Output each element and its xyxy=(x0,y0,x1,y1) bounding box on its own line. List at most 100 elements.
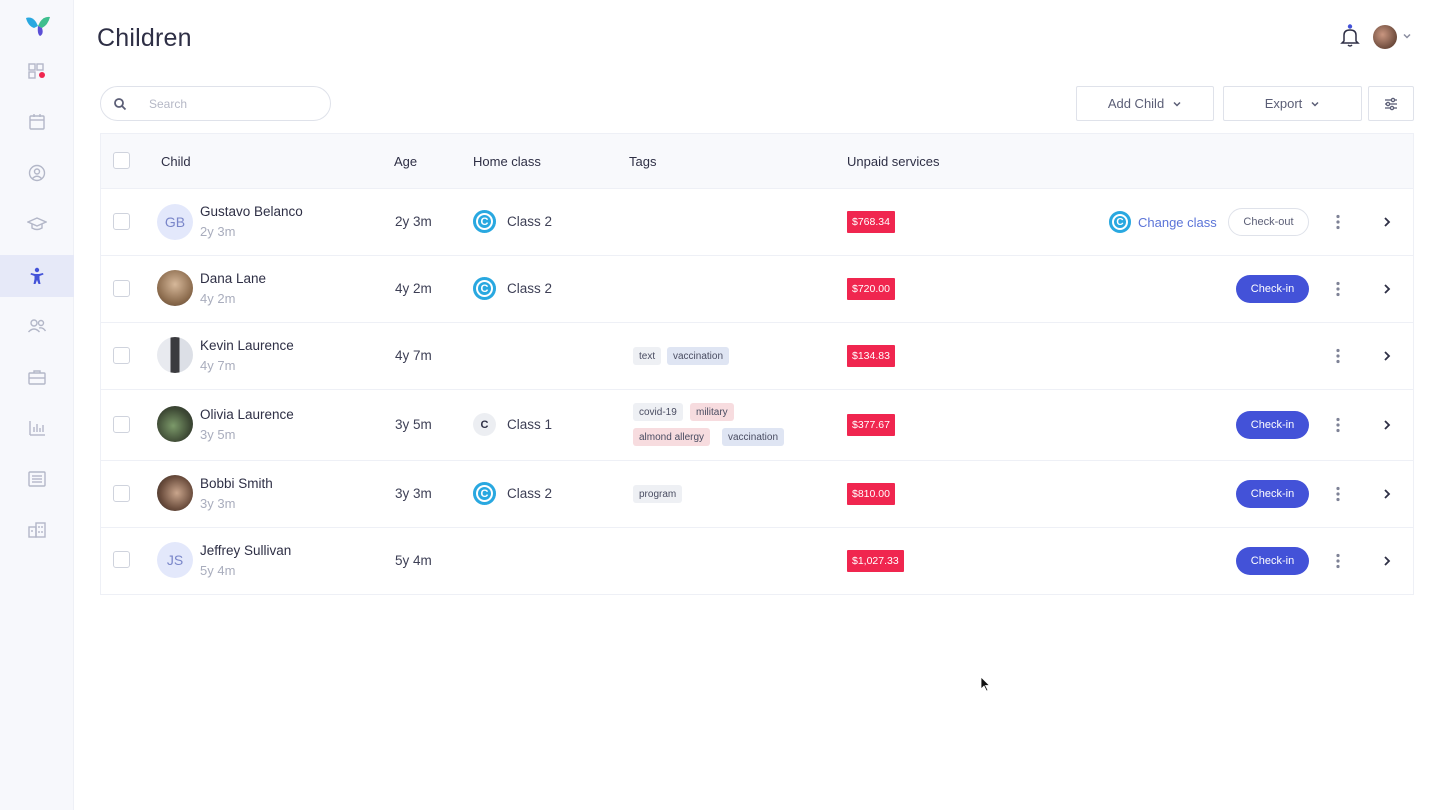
row-checkbox[interactable] xyxy=(113,416,130,433)
column-header-child[interactable]: Child xyxy=(161,154,191,169)
table-row[interactable]: GB Gustavo Belanco 2y 3m 2y 3m C Class 2… xyxy=(101,189,1413,256)
change-class-link[interactable]: C Change class xyxy=(1109,211,1217,233)
class-icon: C xyxy=(1109,211,1131,233)
class-name: Class 2 xyxy=(507,214,553,229)
check-in-button[interactable]: Check-in xyxy=(1236,411,1309,439)
more-options-icon[interactable] xyxy=(1331,417,1345,433)
select-all-checkbox[interactable] xyxy=(113,152,130,169)
class-icon: C xyxy=(473,277,496,300)
sidebar-item-reports[interactable] xyxy=(0,407,74,449)
tag: covid-19 xyxy=(633,403,683,421)
column-header-home-class[interactable]: Home class xyxy=(473,154,541,169)
row-checkbox[interactable] xyxy=(113,347,130,364)
more-options-icon[interactable] xyxy=(1331,553,1345,569)
avatar xyxy=(157,475,193,511)
check-out-button[interactable]: Check-out xyxy=(1228,208,1309,236)
tag: vaccination xyxy=(722,428,785,446)
child-name[interactable]: Gustavo Belanco xyxy=(200,204,303,219)
class-icon: C xyxy=(473,413,496,436)
child-name[interactable]: Kevin Laurence xyxy=(200,338,294,353)
child-age: 3y 3m xyxy=(395,486,432,501)
child-name[interactable]: Olivia Laurence xyxy=(200,407,294,422)
class-icon: C xyxy=(473,482,496,505)
notification-bell-icon[interactable] xyxy=(1340,24,1360,48)
tag: almond allergy xyxy=(633,428,711,446)
tag: text xyxy=(633,347,662,365)
filter-button[interactable] xyxy=(1368,86,1414,121)
chevron-right-icon[interactable] xyxy=(1381,555,1393,567)
more-options-icon[interactable] xyxy=(1331,281,1345,297)
sidebar-item-classes[interactable] xyxy=(0,203,74,245)
chevron-down-icon xyxy=(1173,101,1181,107)
add-child-label: Add Child xyxy=(1107,96,1165,111)
avatar xyxy=(157,406,193,442)
check-in-button[interactable]: Check-in xyxy=(1236,547,1309,575)
chevron-down-icon xyxy=(1311,101,1319,107)
child-age: 4y 2m xyxy=(395,281,432,296)
table-row[interactable]: Kevin Laurence 4y 7m 4y 7m text vaccinat… xyxy=(101,323,1413,390)
sidebar-item-organization[interactable] xyxy=(0,509,74,551)
class-name: Class 1 xyxy=(507,417,553,432)
change-class-label: Change class xyxy=(1138,214,1217,230)
unpaid-badge: $720.00 xyxy=(847,278,895,300)
sidebar-item-billing[interactable] xyxy=(0,356,74,398)
child-age-sub: 2y 3m xyxy=(200,224,236,239)
avatar: JS xyxy=(157,542,193,578)
table-row[interactable]: Olivia Laurence 3y 5m 3y 5m C Class 1 co… xyxy=(101,390,1413,461)
user-avatar[interactable] xyxy=(1373,25,1397,49)
sidebar-item-children[interactable] xyxy=(0,255,74,297)
class-icon: C xyxy=(473,210,496,233)
child-name[interactable]: Dana Lane xyxy=(200,271,266,286)
tag: vaccination xyxy=(667,347,730,365)
column-header-age[interactable]: Age xyxy=(394,154,417,169)
check-in-button[interactable]: Check-in xyxy=(1236,480,1309,508)
sliders-icon xyxy=(1385,97,1397,110)
column-header-unpaid-services[interactable]: Unpaid services xyxy=(847,154,940,169)
sidebar-item-dashboard[interactable] xyxy=(0,50,74,92)
add-child-button[interactable]: Add Child xyxy=(1076,86,1214,121)
child-age: 5y 4m xyxy=(395,553,432,568)
avatar xyxy=(157,270,193,306)
table-row[interactable]: Dana Lane 4y 2m 4y 2m C Class 2 $720.00 … xyxy=(101,256,1413,323)
chevron-right-icon[interactable] xyxy=(1381,419,1393,431)
export-button[interactable]: Export xyxy=(1223,86,1362,121)
more-options-icon[interactable] xyxy=(1331,214,1345,230)
unpaid-badge: $1,027.33 xyxy=(847,550,904,572)
row-checkbox[interactable] xyxy=(113,213,130,230)
more-options-icon[interactable] xyxy=(1331,486,1345,502)
chevron-right-icon[interactable] xyxy=(1381,350,1393,362)
more-options-icon[interactable] xyxy=(1331,348,1345,364)
row-checkbox[interactable] xyxy=(113,551,130,568)
unpaid-badge: $810.00 xyxy=(847,483,895,505)
avatar: GB xyxy=(157,204,193,240)
briefcase-icon xyxy=(28,370,46,385)
row-checkbox[interactable] xyxy=(113,485,130,502)
mouse-cursor-icon xyxy=(980,676,990,692)
search-input[interactable] xyxy=(149,96,309,111)
chevron-down-icon[interactable] xyxy=(1401,30,1413,42)
child-age-sub: 5y 4m xyxy=(200,563,236,578)
sidebar-item-calendar[interactable] xyxy=(0,101,74,143)
table-row[interactable]: JS Jeffrey Sullivan 5y 4m 5y 4m $1,027.3… xyxy=(101,528,1413,594)
table-row[interactable]: Bobbi Smith 3y 3m 3y 3m C Class 2 progra… xyxy=(101,461,1413,528)
chevron-right-icon[interactable] xyxy=(1381,216,1393,228)
sidebar-item-lists[interactable] xyxy=(0,458,74,500)
child-name[interactable]: Jeffrey Sullivan xyxy=(200,543,291,558)
chevron-right-icon[interactable] xyxy=(1381,283,1393,295)
sidebar-item-staff[interactable] xyxy=(0,305,74,347)
child-age-sub: 3y 3m xyxy=(200,496,236,511)
child-age-sub: 4y 7m xyxy=(200,358,236,373)
chevron-right-icon[interactable] xyxy=(1381,488,1393,500)
calendar-icon xyxy=(29,114,45,130)
child-name[interactable]: Bobbi Smith xyxy=(200,476,273,491)
child-icon xyxy=(30,267,44,284)
row-checkbox[interactable] xyxy=(113,280,130,297)
child-age: 2y 3m xyxy=(395,214,432,229)
building-icon xyxy=(28,522,46,538)
sidebar-item-profile[interactable] xyxy=(0,152,74,194)
tag: program xyxy=(633,485,683,503)
check-in-button[interactable]: Check-in xyxy=(1236,275,1309,303)
tag: military xyxy=(690,403,734,421)
app-logo[interactable] xyxy=(24,14,52,38)
unpaid-badge: $768.34 xyxy=(847,211,895,233)
